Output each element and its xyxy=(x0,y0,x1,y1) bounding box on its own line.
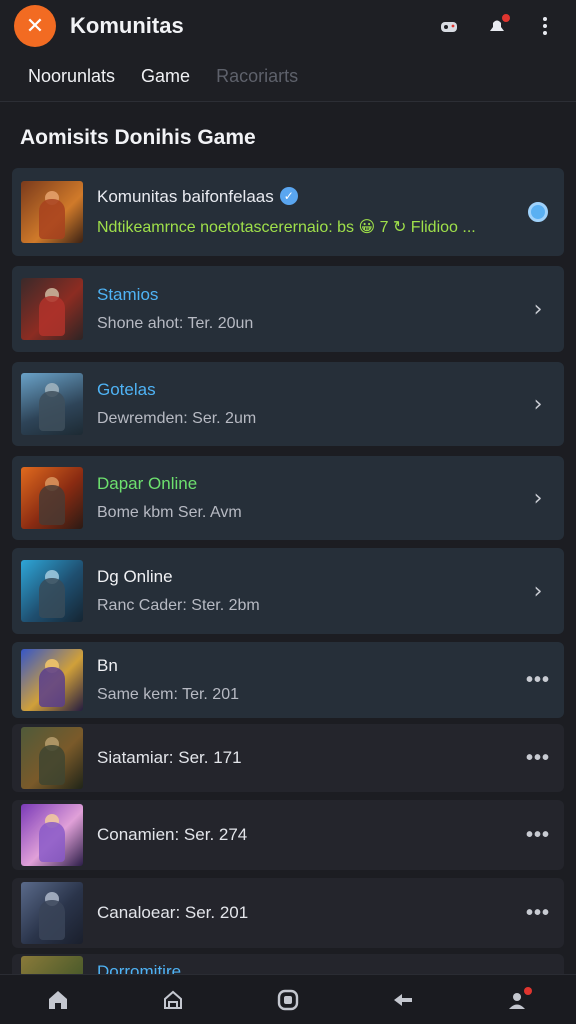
verified-check-icon: ✓ xyxy=(279,187,298,205)
list-item-label: Canaloear: Ser. 201 xyxy=(97,903,249,922)
online-status-indicator xyxy=(518,202,558,222)
tab-bar: Noorunlats Game Racoriarts xyxy=(0,52,576,102)
community-icon[interactable] xyxy=(158,985,188,1015)
tab-game[interactable]: Game xyxy=(141,66,190,87)
profile-badge xyxy=(524,986,533,995)
list-item[interactable]: Siatamiar: Ser. 171 ••• xyxy=(12,724,564,792)
community-thumbnail xyxy=(21,181,83,243)
list-item-title: Stamios xyxy=(97,285,159,304)
overflow-menu-icon[interactable] xyxy=(532,13,558,39)
list-item[interactable]: Canaloear: Ser. 201 ••• xyxy=(12,878,564,948)
list-item[interactable]: Stamios Shone ahot: Ter. 20un › xyxy=(12,266,564,352)
community-thumbnail xyxy=(21,278,83,340)
bottom-navigation xyxy=(0,974,576,1024)
chevron-right-icon[interactable]: › xyxy=(518,392,558,417)
community-thumbnail xyxy=(21,727,83,789)
app-title: Komunitas xyxy=(70,13,184,38)
list-item[interactable]: Conamien: Ser. 274 ••• xyxy=(12,800,564,870)
list-item-subtitle: Ranc Cader: Ster. 2bm xyxy=(97,597,260,614)
chevron-right-icon[interactable]: › xyxy=(518,297,558,322)
featured-community-card[interactable]: Komunitas baifonfelaas ✓ Ndtikeamrnce noe… xyxy=(12,168,564,256)
home-icon[interactable] xyxy=(43,985,73,1015)
list-item-title: Dapar Online xyxy=(97,474,198,493)
logo-glyph: ✕ xyxy=(25,13,45,38)
list-item[interactable]: Dapar Online Bome kbm Ser. Avm › xyxy=(12,456,564,540)
more-options-icon[interactable]: ••• xyxy=(518,824,558,847)
featured-title-text: Komunitas baifonfelaas xyxy=(97,187,274,206)
notification-bell-icon[interactable] xyxy=(484,13,510,39)
tab-communities[interactable]: Noorunlats xyxy=(28,66,115,87)
share-icon[interactable] xyxy=(388,985,418,1015)
more-options-icon[interactable]: ••• xyxy=(518,669,558,692)
app-logo[interactable]: ✕ xyxy=(14,5,56,47)
profile-icon[interactable] xyxy=(503,985,533,1015)
community-thumbnail xyxy=(21,882,83,944)
list-item-subtitle: Bome kbm Ser. Avm xyxy=(97,504,242,521)
more-options-icon[interactable]: ••• xyxy=(518,747,558,770)
section-title: Aomisits Donihis Game xyxy=(20,126,256,149)
list-item[interactable]: Dg Online Ranc Cader: Ster. 2bm › xyxy=(12,548,564,634)
list-item-label: Siatamiar: Ser. 171 xyxy=(97,748,242,767)
list-item[interactable]: Bn Same kem: Ter. 201 ••• xyxy=(12,642,564,718)
list-item-label: Conamien: Ser. 274 xyxy=(97,825,248,844)
chevron-right-icon[interactable]: › xyxy=(518,579,558,604)
top-app-bar: ✕ Komunitas xyxy=(0,0,576,52)
community-thumbnail xyxy=(21,649,83,711)
list-item-title: Gotelas xyxy=(97,380,156,399)
community-thumbnail xyxy=(21,956,83,976)
notification-badge xyxy=(502,14,510,22)
game-controller-icon[interactable] xyxy=(436,13,462,39)
tab-requests[interactable]: Racoriarts xyxy=(216,66,298,87)
list-item-subtitle: Dewremden: Ser. 2um xyxy=(97,410,257,427)
library-icon[interactable] xyxy=(273,985,303,1015)
list-item-subtitle: Shone ahot: Ter. 20un xyxy=(97,315,254,332)
list-item-title: Bn xyxy=(97,656,118,675)
list-item-subtitle: Same kem: Ter. 201 xyxy=(97,686,239,703)
chevron-right-icon[interactable]: › xyxy=(518,486,558,511)
featured-title: Komunitas baifonfelaas ✓ xyxy=(97,187,518,207)
community-thumbnail xyxy=(21,560,83,622)
more-options-icon[interactable]: ••• xyxy=(518,902,558,925)
community-thumbnail xyxy=(21,467,83,529)
community-thumbnail xyxy=(21,804,83,866)
featured-subtitle: Ndtikeamrnce noetotascerernaio: bs 😀 7 ↻… xyxy=(97,219,476,236)
list-item-title: Dg Online xyxy=(97,567,173,586)
list-item[interactable]: Gotelas Dewremden: Ser. 2um › xyxy=(12,362,564,446)
community-thumbnail xyxy=(21,373,83,435)
